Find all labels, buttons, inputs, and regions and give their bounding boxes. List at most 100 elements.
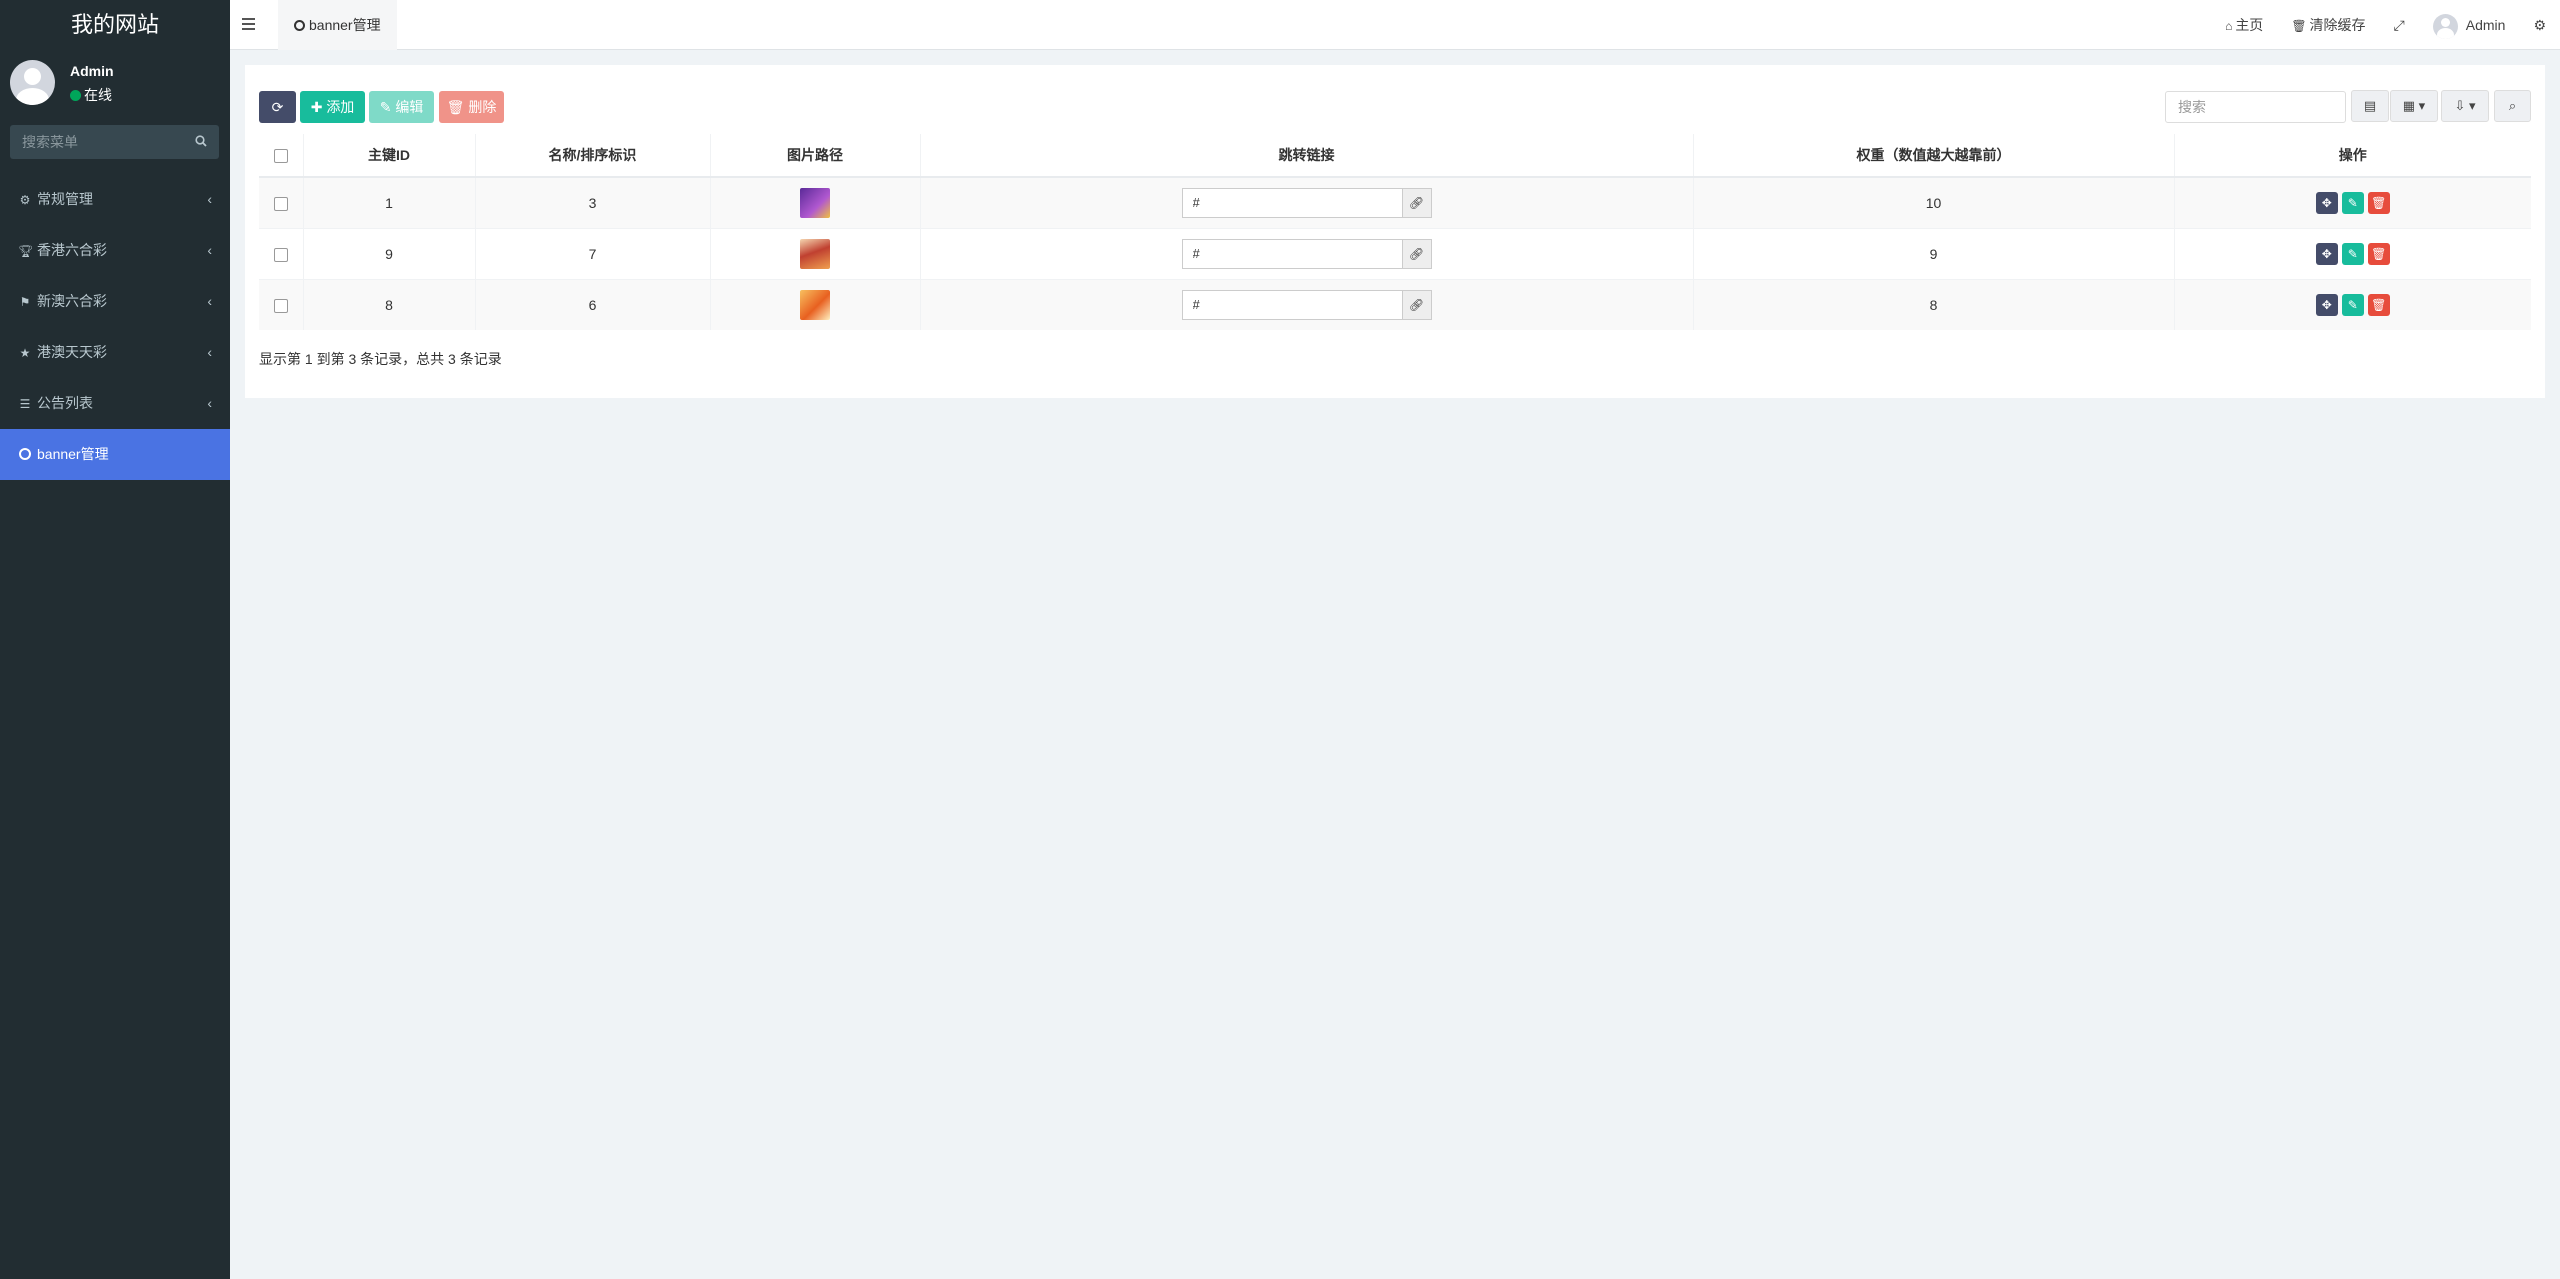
weight-cell: 9 xyxy=(1692,227,2174,279)
search-icon[interactable] xyxy=(195,135,207,147)
advanced-search-button[interactable]: ⌕ xyxy=(2494,90,2531,122)
delete-button[interactable]: 🗑︎ 删除 xyxy=(439,91,504,123)
home-icon: ⌂ xyxy=(2225,18,2233,33)
tab-label: banner管理 xyxy=(309,17,381,33)
avatar xyxy=(10,60,55,105)
flag-icon: ⚑ xyxy=(19,295,31,309)
drag-move-icon[interactable]: ✥ xyxy=(2315,293,2338,316)
banner-thumbnail[interactable] xyxy=(800,289,830,320)
row-checkbox[interactable] xyxy=(273,247,288,262)
sidebar-item-label: banner管理 xyxy=(37,446,109,462)
drag-move-icon[interactable]: ✥ xyxy=(2315,242,2338,265)
online-dot-icon xyxy=(70,90,81,101)
pencil-icon: ✎ xyxy=(379,99,392,115)
chevron-left-icon: ‹ xyxy=(207,191,212,207)
link-field: 🔗︎ xyxy=(1181,238,1432,269)
table-row[interactable]: 9 7 🔗︎ 9 ✥✎🗑︎ xyxy=(259,227,2531,279)
sidebar: 我的网站 Admin 在线 ⚙ 常规管理 ‹ 🏆︎香港六合彩 ‹ ⚑ 新澳六合彩 ‹… xyxy=(0,0,230,1279)
chevron-left-icon: ‹ xyxy=(207,395,212,411)
avatar xyxy=(2432,13,2458,39)
sidebar-item-general[interactable]: ⚙ 常规管理 ‹ xyxy=(0,174,230,225)
sidebar-item-label: 港澳天天彩 xyxy=(37,344,107,360)
clear-cache-label: 清除缓存 xyxy=(2309,16,2366,33)
sidebar-toggle-icon[interactable] xyxy=(242,15,256,33)
select-all-checkbox[interactable] xyxy=(273,149,288,164)
table-row[interactable]: 8 6 🔗︎ 8 ✥✎🗑︎ xyxy=(259,278,2531,330)
add-button[interactable]: ✚ 添加 xyxy=(300,91,365,123)
banner-thumbnail[interactable] xyxy=(800,187,830,218)
table-row[interactable]: 1 3 🔗︎ 10 ✥✎🗑︎ xyxy=(259,176,2531,228)
fullscreen-button[interactable]: ⤢ xyxy=(2380,0,2419,50)
row-actions: ✥ ✎ 🗑︎ xyxy=(2315,242,2390,265)
column-header[interactable]: 主键ID xyxy=(302,134,475,178)
sidebar-item-new-macau-lottery[interactable]: ⚑ 新澳六合彩 ‹ xyxy=(0,276,230,327)
sidebar-search xyxy=(10,125,219,159)
select-all-cell xyxy=(259,134,303,178)
link-input[interactable] xyxy=(1181,238,1402,269)
link-input[interactable] xyxy=(1181,289,1402,320)
top-right-menu: ⌂ 主页 🗑︎ 清除缓存 ⤢ Admin ⚙ xyxy=(2211,0,2560,50)
brand-title[interactable]: 我的网站 xyxy=(0,0,230,50)
id-cell: 1 xyxy=(302,176,475,228)
link-field: 🔗︎ xyxy=(1181,289,1432,320)
id-cell: 9 xyxy=(302,227,475,279)
link-input[interactable] xyxy=(1181,187,1402,218)
sidebar-item-daily-lottery[interactable]: ★ 港澳天天彩 ‹ xyxy=(0,327,230,378)
link-field: 🔗︎ xyxy=(1181,187,1432,218)
toggle-view-button[interactable]: ▤ xyxy=(2351,90,2389,122)
cogs-icon: ⚙ xyxy=(2533,17,2546,33)
column-header: 操作 xyxy=(2173,134,2531,178)
weight-cell: 8 xyxy=(1692,278,2174,330)
table-search-input[interactable] xyxy=(2165,91,2346,123)
row-checkbox[interactable] xyxy=(273,196,288,211)
settings-button[interactable]: ⚙ xyxy=(2519,0,2560,50)
delete-row-button[interactable]: 🗑︎ xyxy=(2367,242,2390,265)
edit-row-button[interactable]: ✎ xyxy=(2341,293,2364,316)
table-view-icon: ▤ xyxy=(2363,98,2377,113)
sidebar-search-input[interactable] xyxy=(10,125,190,159)
delete-row-button[interactable]: 🗑︎ xyxy=(2367,191,2390,214)
edit-row-button[interactable]: ✎ xyxy=(2341,242,2364,265)
user-panel: Admin 在线 xyxy=(0,50,230,125)
delete-row-button[interactable]: 🗑︎ xyxy=(2367,293,2390,316)
link-icon[interactable]: 🔗︎ xyxy=(1401,238,1432,269)
chevron-left-icon: ‹ xyxy=(207,242,212,258)
sidebar-item-announcements[interactable]: ☰ 公告列表 ‹ xyxy=(0,378,230,429)
sidebar-menu: ⚙ 常规管理 ‹ 🏆︎ 香港六合彩 ‹ ⚑ 新澳六合彩 ‹ ★ 港澳天天彩 ‹ ☰ 公告列… xyxy=(0,174,230,480)
link-icon[interactable]: 🔗︎ xyxy=(1401,187,1432,218)
column-header[interactable]: 名称/排序标识 xyxy=(474,134,710,178)
edit-button[interactable]: ✎ 编辑 xyxy=(369,91,434,123)
grid-icon: ▦ ▾ xyxy=(2402,98,2426,113)
sidebar-item-hk-lottery[interactable]: 🏆︎ 香港六合彩 ‹ xyxy=(0,225,230,276)
sidebar-item-label: 公告列表 xyxy=(37,395,93,411)
clear-cache-link[interactable]: 🗑︎ 清除缓存 xyxy=(2277,0,2379,51)
edit-row-button[interactable]: ✎ xyxy=(2341,191,2364,214)
weight-cell: 10 xyxy=(1692,176,2174,228)
column-header[interactable]: 跳转链接 xyxy=(919,134,1693,178)
sidebar-item-banner[interactable]: banner管理 xyxy=(0,429,230,480)
trophy-icon: 🏆︎ xyxy=(18,244,34,258)
columns-dropdown-button[interactable]: ▦ ▾ xyxy=(2390,90,2438,122)
sidebar-item-label: 常规管理 xyxy=(37,191,93,207)
refresh-button[interactable]: ⟳ xyxy=(259,91,296,123)
content-panel: ⟳ ✚ 添加 ✎ 编辑 🗑︎ 删除 ▤ ▦ ▾ ⇩ ▾ ⌕ 主键ID 名称/排序… xyxy=(245,65,2545,398)
link-icon[interactable]: 🔗︎ xyxy=(1401,289,1432,320)
chevron-left-icon: ‹ xyxy=(207,344,212,360)
row-checkbox[interactable] xyxy=(273,298,288,313)
name-cell: 6 xyxy=(474,278,710,330)
add-label: 添加 xyxy=(326,99,355,115)
refresh-icon: ⟳ xyxy=(271,99,284,115)
edit-label: 编辑 xyxy=(395,99,424,115)
home-link[interactable]: ⌂ 主页 xyxy=(2211,0,2277,51)
column-header[interactable]: 权重（数值越大越靠前） xyxy=(1692,134,2174,178)
search-icon: ⌕ xyxy=(2508,98,2517,113)
circle-icon xyxy=(18,430,32,481)
column-header[interactable]: 图片路径 xyxy=(709,134,920,178)
tab-banner[interactable]: banner管理 xyxy=(278,0,397,50)
user-status-label: 在线 xyxy=(84,87,112,103)
star-icon: ★ xyxy=(19,346,31,360)
user-menu[interactable]: Admin xyxy=(2419,0,2520,50)
drag-move-icon[interactable]: ✥ xyxy=(2315,191,2338,214)
export-dropdown-button[interactable]: ⇩ ▾ xyxy=(2441,90,2489,122)
banner-thumbnail[interactable] xyxy=(800,238,830,269)
